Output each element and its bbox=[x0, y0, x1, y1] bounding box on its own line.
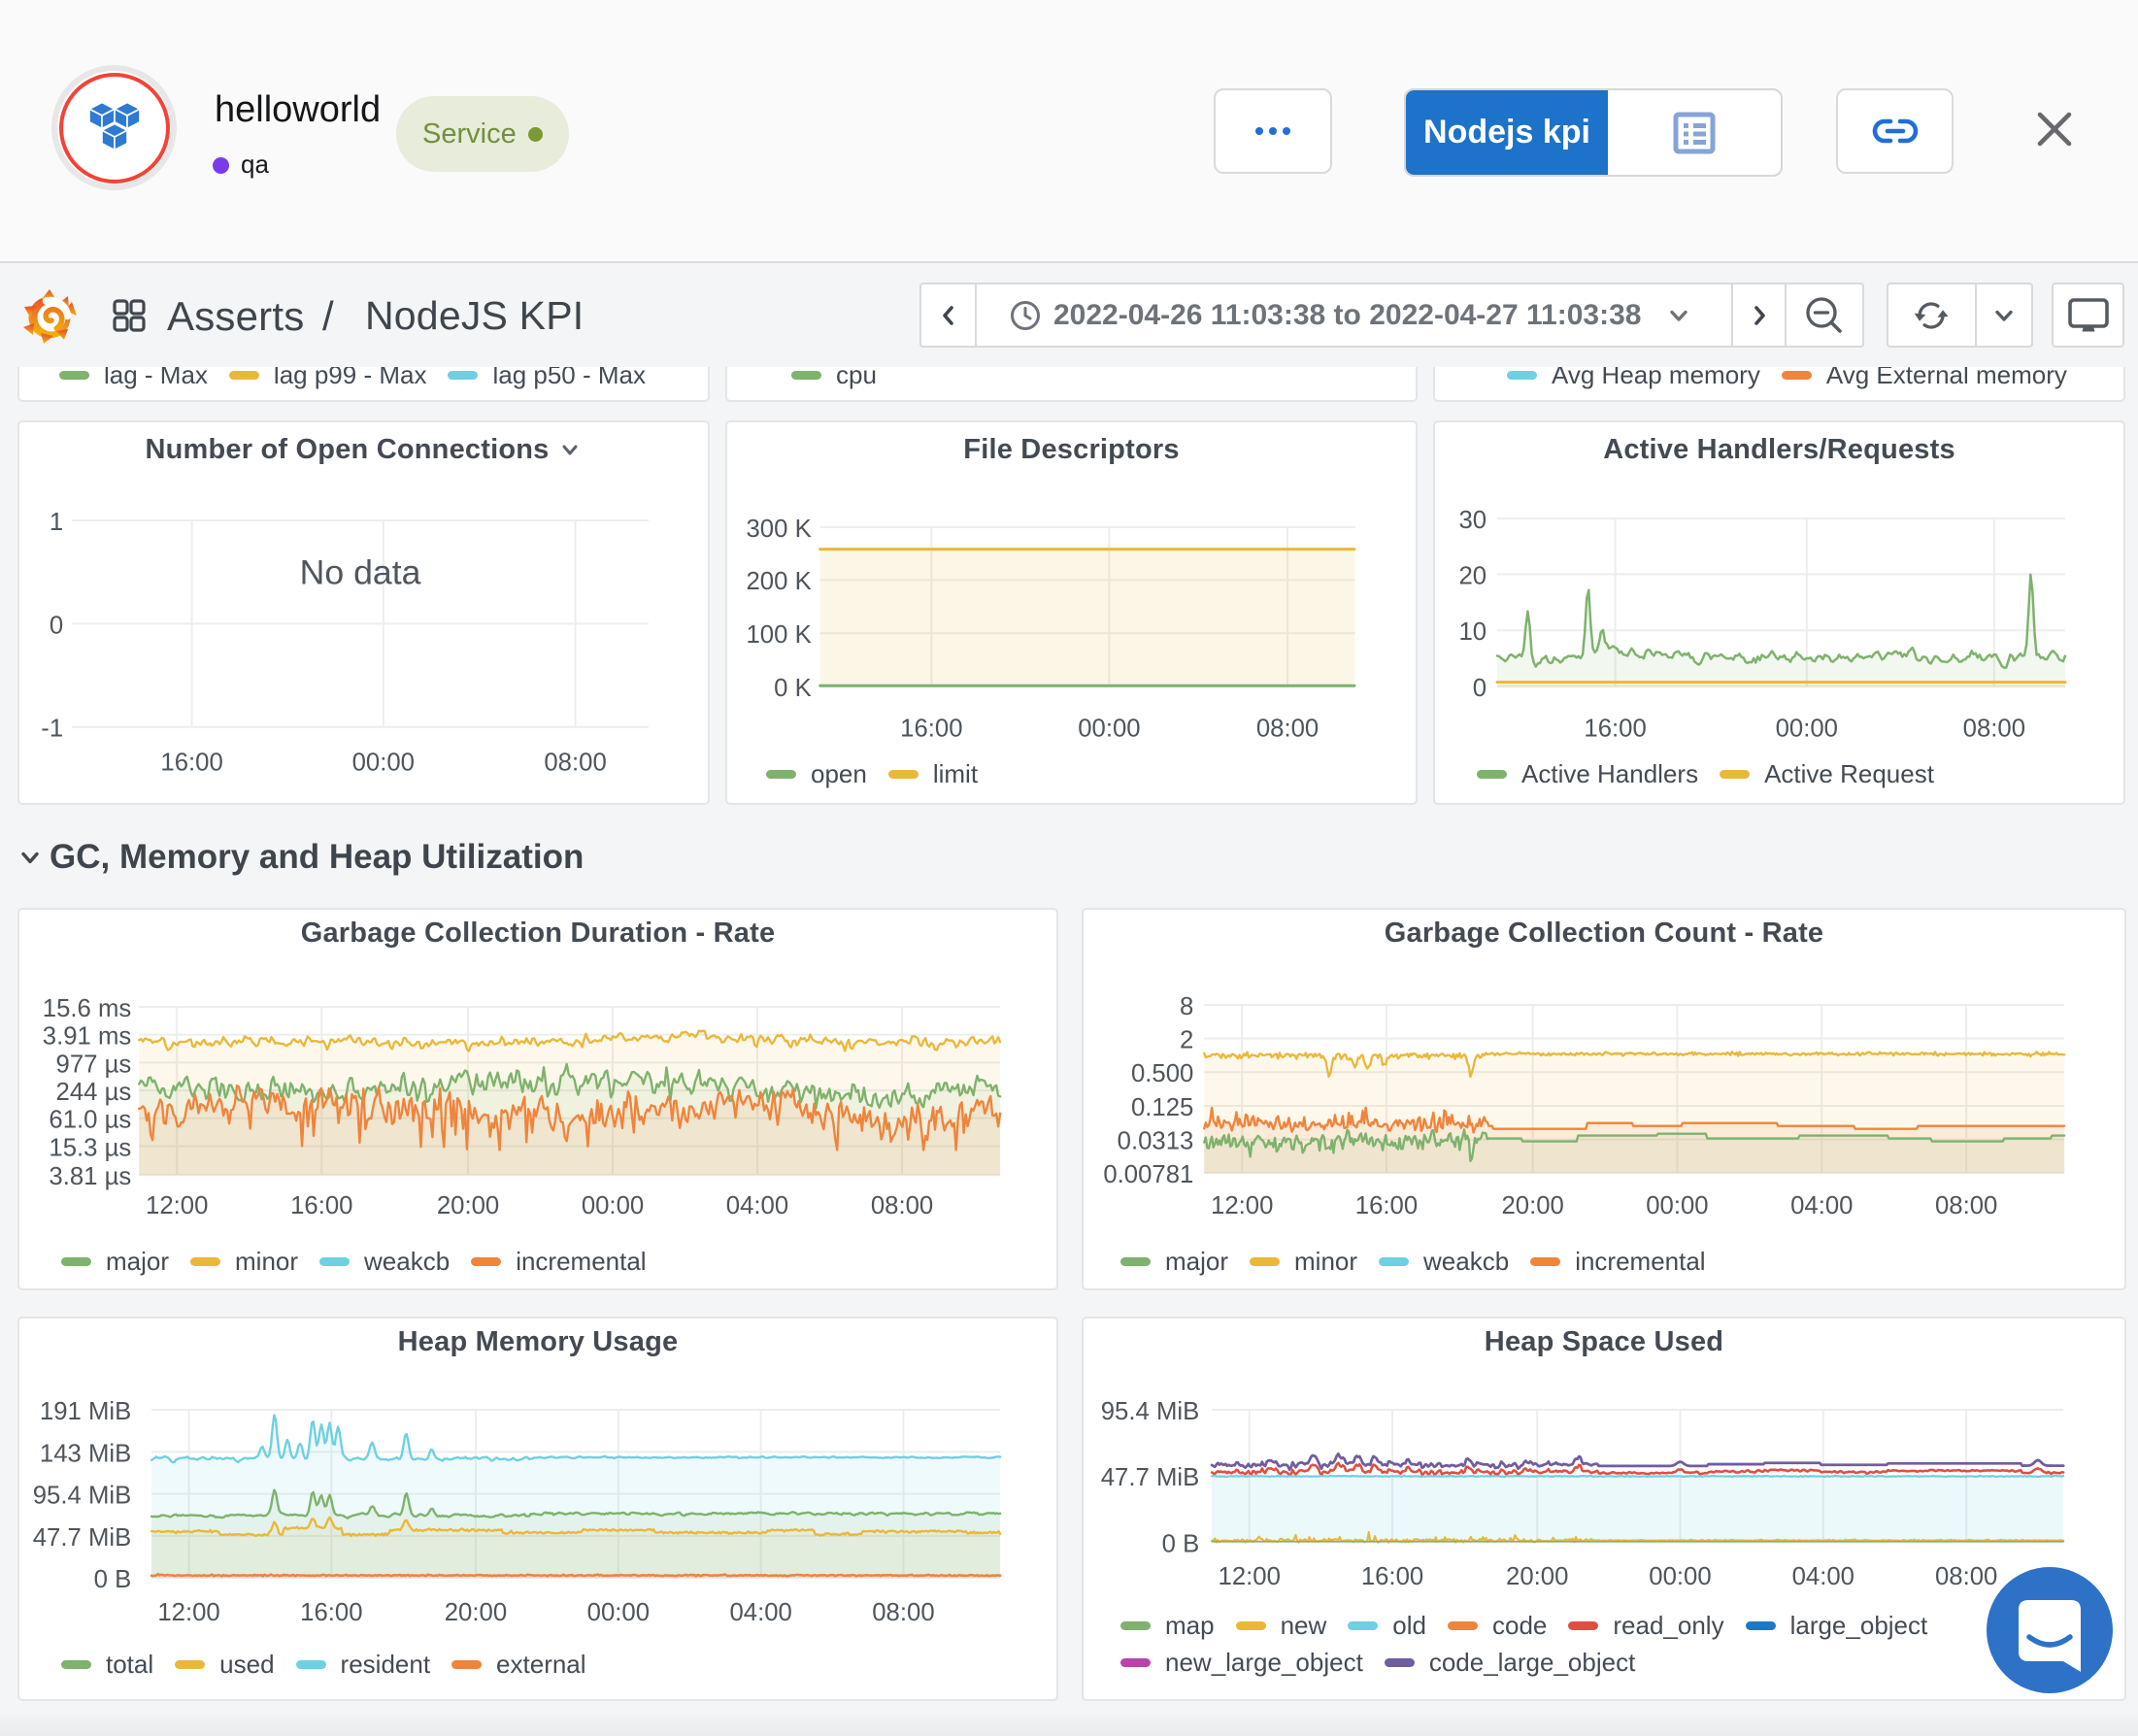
svg-text:95.4 MiB: 95.4 MiB bbox=[33, 1483, 132, 1510]
svg-text:47.7 MiB: 47.7 MiB bbox=[33, 1524, 132, 1552]
svg-text:0 B: 0 B bbox=[94, 1566, 132, 1593]
svg-text:08:00: 08:00 bbox=[1256, 716, 1319, 743]
svg-text:244 µs: 244 µs bbox=[56, 1079, 132, 1106]
svg-text:00:00: 00:00 bbox=[1646, 1192, 1708, 1219]
svg-text:95.4 MiB: 95.4 MiB bbox=[1101, 1398, 1200, 1425]
svg-text:0.0313: 0.0313 bbox=[1118, 1127, 1194, 1154]
svg-text:08:00: 08:00 bbox=[871, 1192, 933, 1219]
svg-text:16:00: 16:00 bbox=[160, 749, 222, 776]
svg-text:00:00: 00:00 bbox=[587, 1599, 650, 1626]
svg-text:0 K: 0 K bbox=[774, 675, 812, 702]
svg-text:3.91 ms: 3.91 ms bbox=[43, 1023, 132, 1051]
svg-text:00:00: 00:00 bbox=[1776, 716, 1838, 743]
svg-text:0: 0 bbox=[50, 612, 63, 639]
svg-text:8: 8 bbox=[1180, 993, 1193, 1020]
svg-text:08:00: 08:00 bbox=[1963, 716, 2025, 743]
svg-text:12:00: 12:00 bbox=[1211, 1192, 1273, 1219]
svg-text:12:00: 12:00 bbox=[157, 1599, 219, 1626]
svg-text:08:00: 08:00 bbox=[544, 749, 606, 776]
svg-text:20:00: 20:00 bbox=[1501, 1192, 1563, 1219]
svg-text:00:00: 00:00 bbox=[352, 749, 415, 776]
svg-text:20:00: 20:00 bbox=[437, 1192, 499, 1219]
svg-text:0 B: 0 B bbox=[1162, 1531, 1200, 1558]
svg-text:61.0 µs: 61.0 µs bbox=[49, 1107, 131, 1134]
svg-text:15.6 ms: 15.6 ms bbox=[43, 995, 132, 1022]
svg-text:04:00: 04:00 bbox=[1792, 1563, 1854, 1590]
svg-text:12:00: 12:00 bbox=[1219, 1563, 1281, 1590]
svg-text:-1: -1 bbox=[41, 716, 63, 743]
svg-text:00:00: 00:00 bbox=[582, 1192, 644, 1219]
svg-text:00:00: 00:00 bbox=[1649, 1563, 1711, 1590]
svg-text:16:00: 16:00 bbox=[290, 1192, 352, 1219]
svg-text:1: 1 bbox=[50, 509, 63, 536]
svg-text:15.3 µs: 15.3 µs bbox=[49, 1134, 131, 1161]
svg-text:16:00: 16:00 bbox=[1361, 1563, 1423, 1590]
svg-text:2: 2 bbox=[1180, 1027, 1193, 1054]
svg-text:143 MiB: 143 MiB bbox=[40, 1440, 131, 1467]
svg-text:100 K: 100 K bbox=[747, 621, 812, 649]
svg-text:0.125: 0.125 bbox=[1131, 1094, 1193, 1121]
svg-text:300 K: 300 K bbox=[747, 516, 812, 543]
svg-text:08:00: 08:00 bbox=[1935, 1192, 1997, 1219]
svg-text:0.500: 0.500 bbox=[1131, 1060, 1193, 1087]
svg-text:200 K: 200 K bbox=[747, 568, 812, 595]
svg-text:0.00781: 0.00781 bbox=[1103, 1161, 1193, 1188]
svg-text:16:00: 16:00 bbox=[900, 716, 962, 743]
svg-text:08:00: 08:00 bbox=[872, 1599, 934, 1626]
svg-text:00:00: 00:00 bbox=[1078, 716, 1140, 743]
svg-text:20:00: 20:00 bbox=[1506, 1563, 1568, 1590]
svg-text:20: 20 bbox=[1458, 562, 1487, 589]
svg-text:0: 0 bbox=[1473, 675, 1487, 702]
svg-text:04:00: 04:00 bbox=[729, 1599, 791, 1626]
svg-text:20:00: 20:00 bbox=[445, 1599, 507, 1626]
svg-text:10: 10 bbox=[1458, 618, 1487, 646]
svg-text:3.81 µs: 3.81 µs bbox=[49, 1163, 131, 1190]
svg-text:No data: No data bbox=[300, 552, 421, 591]
svg-text:12:00: 12:00 bbox=[146, 1192, 208, 1219]
svg-text:16:00: 16:00 bbox=[1355, 1192, 1418, 1219]
svg-text:16:00: 16:00 bbox=[1584, 716, 1646, 743]
svg-text:16:00: 16:00 bbox=[300, 1599, 362, 1626]
svg-text:191 MiB: 191 MiB bbox=[40, 1398, 131, 1425]
svg-text:04:00: 04:00 bbox=[726, 1192, 788, 1219]
svg-text:977 µs: 977 µs bbox=[56, 1051, 132, 1078]
svg-text:47.7 MiB: 47.7 MiB bbox=[1101, 1464, 1200, 1491]
svg-text:30: 30 bbox=[1458, 507, 1487, 534]
svg-text:04:00: 04:00 bbox=[1790, 1192, 1853, 1219]
